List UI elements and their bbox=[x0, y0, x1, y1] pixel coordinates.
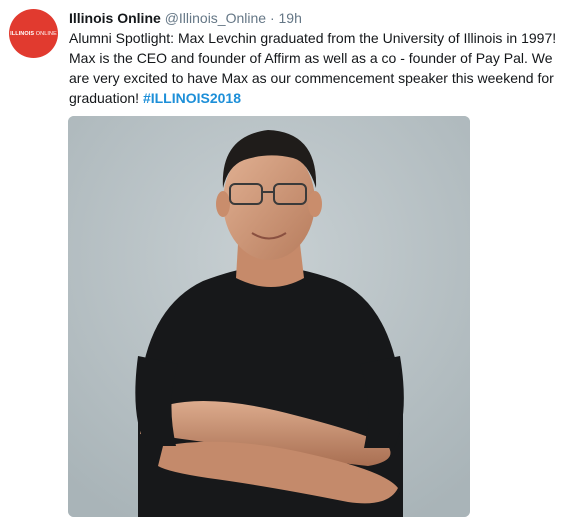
account-handle[interactable]: @Illinois_Online bbox=[165, 10, 266, 26]
hashtag-link[interactable]: #ILLINOIS2018 bbox=[143, 90, 241, 106]
avatar-logo: ILLINOIS ONLINE bbox=[10, 31, 57, 37]
left-ear bbox=[216, 191, 230, 217]
tweet-text: Alumni Spotlight: Max Levchin graduated … bbox=[69, 28, 574, 108]
avatar-logo-light: ONLINE bbox=[35, 30, 57, 37]
avatar-logo-bold: ILLINOIS bbox=[10, 30, 35, 37]
tweet-header: Illinois Online @Illinois_Online · 19h bbox=[69, 9, 302, 27]
separator-dot: · bbox=[269, 10, 275, 26]
avatar[interactable]: ILLINOIS ONLINE bbox=[9, 9, 58, 58]
account-name[interactable]: Illinois Online bbox=[69, 10, 161, 26]
tweet-photo[interactable] bbox=[68, 116, 470, 517]
tweet-card[interactable]: ILLINOIS ONLINE Illinois Online @Illinoi… bbox=[0, 0, 578, 523]
portrait-photo bbox=[68, 116, 470, 517]
right-ear bbox=[308, 191, 322, 217]
tweet-timestamp[interactable]: 19h bbox=[279, 10, 302, 26]
